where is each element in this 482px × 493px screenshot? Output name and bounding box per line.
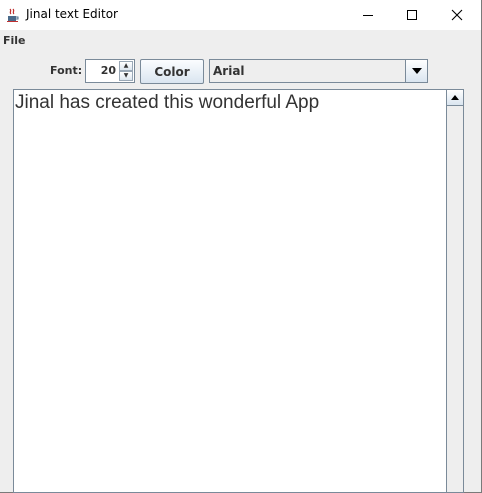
font-size-value[interactable]: 20 xyxy=(101,64,116,77)
title-bar[interactable]: Jinal text Editor xyxy=(0,0,481,30)
maximize-icon xyxy=(407,10,417,20)
spin-down-button[interactable]: ▼ xyxy=(119,71,133,81)
font-family-combobox[interactable]: Arial xyxy=(209,59,428,83)
chevron-up-icon: ▲ xyxy=(123,62,129,69)
spin-up-button[interactable]: ▲ xyxy=(119,61,133,71)
font-family-selected: Arial xyxy=(213,64,245,78)
font-size-spinner[interactable]: 20 ▲ ▼ xyxy=(85,59,135,83)
close-button[interactable] xyxy=(434,0,480,30)
color-button[interactable]: Color xyxy=(140,59,204,84)
chevron-down-icon: ▼ xyxy=(123,72,129,79)
menu-bar: File xyxy=(0,30,481,51)
maximize-button[interactable] xyxy=(389,0,435,30)
font-size-label: Font: xyxy=(50,64,83,77)
chevron-down-icon xyxy=(411,68,422,74)
vertical-scrollbar[interactable] xyxy=(446,90,463,492)
scroll-up-button[interactable] xyxy=(447,90,463,106)
combobox-dropdown-button[interactable] xyxy=(405,60,427,82)
editor-text-area[interactable]: Jinal has created this wonderful App xyxy=(15,92,445,114)
minimize-button[interactable] xyxy=(345,0,391,30)
close-icon xyxy=(451,9,463,21)
minimize-icon xyxy=(363,14,373,16)
window-title: Jinal text Editor xyxy=(26,7,118,21)
menu-file[interactable]: File xyxy=(3,34,26,47)
java-coffee-cup-icon xyxy=(5,7,21,23)
editor-scroll-pane: Jinal has created this wonderful App xyxy=(13,89,464,493)
arrow-up-icon xyxy=(451,95,459,100)
app-window: Jinal text Editor File Font: 20 ▲ ▼ Colo… xyxy=(0,0,482,493)
